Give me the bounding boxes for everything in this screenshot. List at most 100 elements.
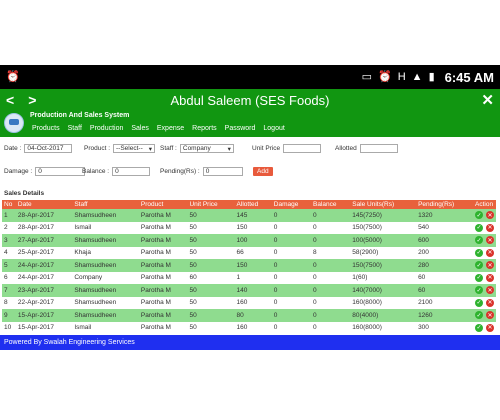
- cell-pending: 60: [416, 284, 473, 297]
- cell-date: 28-Apr-2017: [15, 221, 73, 234]
- delete-icon[interactable]: ✕: [486, 298, 494, 307]
- cell-sale-units: 140(7000): [350, 284, 417, 297]
- delete-icon[interactable]: ✕: [486, 273, 494, 282]
- approve-icon[interactable]: ✓: [475, 298, 483, 307]
- approve-icon[interactable]: ✓: [475, 236, 483, 245]
- menu-item-password[interactable]: Password: [225, 125, 256, 132]
- footer: Powered By Swalah Engineering Services: [0, 335, 500, 350]
- alarm-icon: ⏰: [6, 70, 20, 83]
- approve-icon[interactable]: ✓: [475, 286, 483, 295]
- delete-icon[interactable]: ✕: [486, 236, 494, 245]
- cell-damage: 0: [271, 284, 312, 297]
- table-row: 3 27-Apr-2017 Shamsudheen Parotha M 50 100 0 0 1…: [2, 234, 496, 247]
- cell-unit-price: 50: [187, 221, 235, 234]
- delete-icon[interactable]: ✕: [486, 311, 494, 320]
- sales-table: No Date Staff Product Unit Price Allotte…: [2, 200, 496, 334]
- cell-damage: 0: [271, 271, 312, 284]
- cell-allotted: 145: [234, 209, 272, 222]
- menu-item-products[interactable]: Products: [32, 125, 60, 132]
- cell-pending: 1320: [416, 209, 473, 222]
- table-row: 2 28-Apr-2017 Ismail Parotha M 50 150 0 0 150(75…: [2, 221, 496, 234]
- delete-icon[interactable]: ✕: [486, 323, 494, 332]
- add-button[interactable]: Add: [253, 167, 273, 176]
- cell-sale-units: 80(4000): [350, 309, 417, 322]
- approve-icon[interactable]: ✓: [475, 273, 483, 282]
- col-no: No: [2, 200, 16, 209]
- close-icon[interactable]: ✕: [481, 91, 494, 109]
- approve-icon[interactable]: ✓: [475, 261, 483, 270]
- cell-balance: 8: [311, 246, 351, 259]
- unit-price-field[interactable]: [283, 144, 322, 153]
- battery-icon: ▮: [428, 70, 435, 83]
- site-header: Production And Sales System Products Sta…: [0, 111, 500, 137]
- delete-icon[interactable]: ✕: [486, 248, 494, 257]
- approve-icon[interactable]: ✓: [475, 311, 483, 320]
- forward-arrow-icon[interactable]: >: [28, 92, 36, 108]
- table-row: 10 15-Apr-2017 Ismail Parotha M 50 160 0 0 160(8…: [2, 321, 496, 334]
- cell-sale-units: 58(2900): [350, 246, 417, 259]
- delete-icon[interactable]: ✕: [486, 286, 494, 295]
- cell-allotted: 80: [234, 309, 272, 322]
- cell-no: 9: [2, 309, 16, 322]
- cell-pending: 1260: [416, 309, 473, 322]
- cell-allotted: 100: [234, 234, 272, 247]
- cell-date: 25-Apr-2017: [15, 246, 73, 259]
- staff-select[interactable]: Company ▾: [179, 144, 234, 153]
- cell-product: Parotha M: [138, 309, 188, 322]
- delete-icon[interactable]: ✕: [486, 261, 494, 270]
- product-select[interactable]: --Select-- ▾: [113, 144, 156, 153]
- menu-item-reports[interactable]: Reports: [192, 125, 217, 132]
- cell-balance: 0: [311, 221, 351, 234]
- clock: 6:45 AM: [444, 69, 494, 85]
- cell-no: 6: [2, 271, 16, 284]
- menu-item-sales[interactable]: Sales: [131, 125, 149, 132]
- balance-field[interactable]: 0: [112, 167, 151, 176]
- back-arrow-icon[interactable]: <: [6, 92, 14, 108]
- cell-allotted: 150: [234, 259, 272, 272]
- cell-action: ✓ ✕: [473, 296, 496, 309]
- cell-damage: 0: [271, 296, 312, 309]
- menu-item-staff[interactable]: Staff: [68, 125, 82, 132]
- cell-pending: 540: [416, 221, 473, 234]
- damage-field[interactable]: 0: [35, 167, 86, 176]
- cell-balance: 0: [311, 284, 351, 297]
- cell-no: 5: [2, 259, 16, 272]
- cell-date: 23-Apr-2017: [15, 284, 73, 297]
- col-staff: Staff: [72, 200, 139, 209]
- allotted-field[interactable]: [359, 144, 398, 153]
- menu-item-expense[interactable]: Expense: [157, 125, 184, 132]
- cell-product: Parotha M: [138, 221, 188, 234]
- main-menu: Products Staff Production Sales Expense …: [32, 125, 285, 132]
- damage-label: Damage :: [4, 168, 33, 175]
- allotted-label: Allotted: [335, 145, 357, 152]
- cell-sale-units: 150(7500): [350, 221, 417, 234]
- action-group: ✓ ✕: [475, 323, 494, 332]
- menu-item-logout[interactable]: Logout: [263, 125, 284, 132]
- col-date: Date: [15, 200, 73, 209]
- pending-field[interactable]: 0: [202, 167, 243, 176]
- action-group: ✓ ✕: [475, 248, 494, 257]
- col-damage: Damage: [271, 200, 312, 209]
- cell-action: ✓ ✕: [473, 271, 496, 284]
- menu-item-production[interactable]: Production: [90, 125, 123, 132]
- cell-staff: Shamsudheen: [72, 296, 139, 309]
- cell-balance: 0: [311, 259, 351, 272]
- cell-staff: Shamsudheen: [72, 309, 139, 322]
- table-header-row: No Date Staff Product Unit Price Allotte…: [2, 200, 496, 209]
- date-field[interactable]: 04-Oct-2017: [24, 144, 73, 153]
- approve-icon[interactable]: ✓: [475, 211, 483, 220]
- approve-icon[interactable]: ✓: [475, 323, 483, 332]
- cell-allotted: 160: [234, 296, 272, 309]
- cell-action: ✓ ✕: [473, 309, 496, 322]
- cell-staff: Shamsudheen: [72, 209, 139, 222]
- action-group: ✓ ✕: [475, 211, 494, 220]
- cell-sale-units: 150(7500): [350, 259, 417, 272]
- approve-icon[interactable]: ✓: [475, 223, 483, 232]
- cell-unit-price: 50: [187, 321, 235, 334]
- cell-sale-units: 100(5000): [350, 234, 417, 247]
- delete-icon[interactable]: ✕: [486, 223, 494, 232]
- delete-icon[interactable]: ✕: [486, 211, 494, 220]
- approve-icon[interactable]: ✓: [475, 248, 483, 257]
- cell-damage: 0: [271, 309, 312, 322]
- col-pending: Pending(Rs): [416, 200, 473, 209]
